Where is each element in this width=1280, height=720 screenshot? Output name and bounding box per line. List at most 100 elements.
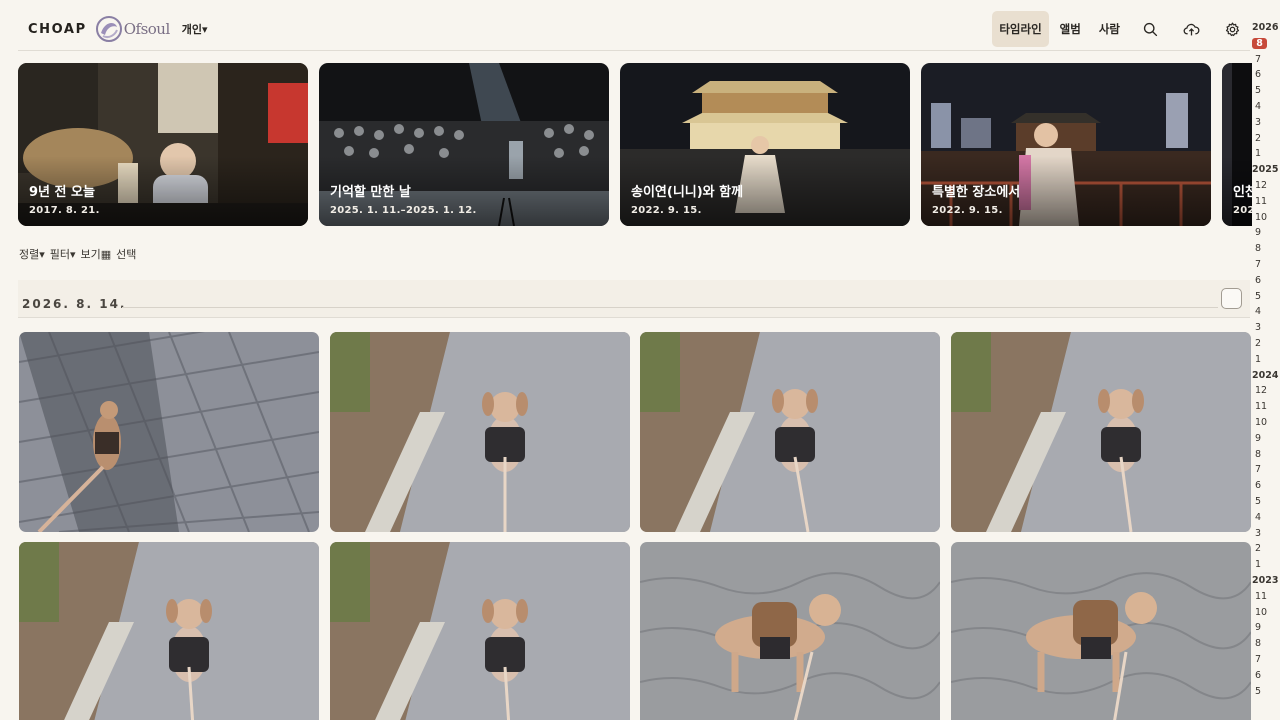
scrubber-month[interactable]: 10 bbox=[1255, 212, 1267, 223]
select-group-checkbox[interactable] bbox=[1221, 288, 1242, 309]
scrubber-month[interactable]: 5 bbox=[1255, 291, 1261, 302]
scrubber-month[interactable]: 4 bbox=[1255, 306, 1261, 317]
scrubber-month[interactable]: 1 bbox=[1255, 559, 1261, 570]
memory-card[interactable]: 송이연(니니)와 함께 2022. 9. 15. bbox=[620, 63, 910, 226]
photo-thumbnail[interactable] bbox=[19, 332, 319, 532]
scrubber-year[interactable]: 2024 bbox=[1252, 370, 1278, 381]
header-divider bbox=[18, 50, 1250, 51]
scrubber-month[interactable]: 5 bbox=[1255, 496, 1261, 507]
scrubber-month[interactable]: 9 bbox=[1255, 433, 1261, 444]
tab-timeline[interactable]: 타임라인 bbox=[992, 11, 1049, 47]
photo-image bbox=[951, 332, 1251, 532]
upload-cloud-icon bbox=[1183, 23, 1199, 35]
scrubber-month[interactable]: 7 bbox=[1255, 259, 1261, 270]
memory-card[interactable]: 인천 202 bbox=[1222, 63, 1252, 226]
scrubber-month[interactable]: 2 bbox=[1255, 338, 1261, 349]
scrubber-month[interactable]: 4 bbox=[1255, 101, 1261, 112]
memory-date: 2022. 9. 15. bbox=[932, 205, 1003, 216]
photo-image bbox=[19, 542, 319, 720]
scrubber-month[interactable]: 4 bbox=[1255, 512, 1261, 523]
photo-image bbox=[330, 332, 630, 532]
date-group-label: 2026. 8. 14. bbox=[22, 297, 127, 311]
scrubber-month[interactable]: 8 bbox=[1255, 638, 1261, 649]
memory-date: 2017. 8. 21. bbox=[29, 205, 100, 216]
scope-dropdown[interactable]: 개인▾ bbox=[182, 21, 208, 37]
settings-button[interactable] bbox=[1214, 11, 1250, 47]
photo-thumbnail[interactable] bbox=[951, 542, 1251, 720]
gear-icon bbox=[1225, 22, 1239, 36]
scrubber-month[interactable]: 6 bbox=[1255, 275, 1261, 286]
date-group-header: 2026. 8. 14. bbox=[18, 280, 1250, 318]
scrubber-month[interactable]: 2 bbox=[1255, 133, 1261, 144]
memory-title: 기억할 만한 날 bbox=[330, 185, 411, 200]
scrubber-month[interactable]: 7 bbox=[1255, 54, 1261, 65]
photo-image bbox=[640, 542, 940, 720]
scrubber-month[interactable]: 3 bbox=[1255, 322, 1261, 333]
scrubber-year[interactable]: 2023 bbox=[1252, 575, 1278, 586]
search-icon bbox=[1143, 22, 1157, 36]
top-bar: CHOAP Ofsoul 개인▾ 타임라인 앨범 사람 bbox=[18, 8, 1250, 50]
scrubber-month[interactable]: 9 bbox=[1255, 227, 1261, 238]
scrubber-month[interactable]: 7 bbox=[1255, 654, 1261, 665]
tab-albums[interactable]: 앨범 bbox=[1053, 11, 1088, 47]
memory-card[interactable]: 특별한 장소에서 2022. 9. 15. bbox=[921, 63, 1211, 226]
photo-thumbnail[interactable] bbox=[640, 332, 940, 532]
photo-image bbox=[951, 542, 1251, 720]
filter-dropdown[interactable]: 필터▾ bbox=[50, 246, 76, 262]
brand-wordmark[interactable]: CHOAP bbox=[28, 22, 87, 37]
photo-thumbnail[interactable] bbox=[19, 542, 319, 720]
search-button[interactable] bbox=[1132, 11, 1168, 47]
memory-title: 특별한 장소에서 bbox=[932, 185, 1021, 200]
upload-button[interactable] bbox=[1173, 11, 1209, 47]
timeline-scrubber[interactable]: 2026 8 7 6 5 4 3 2 1 2025 12 11 10 9 8 7 6 5 4 3 2 1 2024 12 11 1… bbox=[1252, 22, 1280, 720]
scrubber-month[interactable]: 12 bbox=[1255, 180, 1267, 191]
memory-title: 9년 전 오늘 bbox=[29, 185, 95, 200]
photo-thumbnail[interactable] bbox=[330, 542, 630, 720]
logo-mark-text: Ofsoul bbox=[123, 20, 171, 38]
timeline-toolbar: 정렬▾ 필터▾ 보기▦ 선택 bbox=[19, 246, 136, 262]
logo-swirl-icon bbox=[95, 16, 122, 42]
scrubber-month[interactable]: 11 bbox=[1255, 401, 1267, 412]
select-button[interactable]: 선택 bbox=[116, 246, 136, 262]
view-toggle[interactable]: 보기▦ bbox=[81, 246, 112, 262]
memory-title: 인천 bbox=[1233, 185, 1252, 200]
tab-people[interactable]: 사람 bbox=[1092, 11, 1127, 47]
scrubber-month[interactable]: 7 bbox=[1255, 464, 1261, 475]
photo-thumbnail[interactable] bbox=[951, 332, 1251, 532]
scrubber-month[interactable]: 5 bbox=[1255, 85, 1261, 96]
memory-date: 2022. 9. 15. bbox=[631, 205, 702, 216]
photo-image bbox=[19, 332, 319, 532]
scrubber-month[interactable]: 3 bbox=[1255, 117, 1261, 128]
memory-card[interactable]: 기억할 만한 날 2025. 1. 11.–2025. 1. 12. bbox=[319, 63, 609, 226]
scrubber-month[interactable]: 10 bbox=[1255, 417, 1267, 428]
scrubber-month[interactable]: 1 bbox=[1255, 148, 1261, 159]
scrubber-month[interactable]: 12 bbox=[1255, 385, 1267, 396]
scrubber-month[interactable]: 5 bbox=[1255, 686, 1261, 697]
sort-dropdown[interactable]: 정렬▾ bbox=[19, 246, 45, 262]
photo-thumbnail[interactable] bbox=[640, 542, 940, 720]
scrubber-month[interactable]: 8 bbox=[1252, 37, 1267, 49]
memory-title: 송이연(니니)와 함께 bbox=[631, 185, 744, 200]
photo-thumbnail[interactable] bbox=[330, 332, 630, 532]
scrubber-month[interactable]: 9 bbox=[1255, 622, 1261, 633]
memory-date: 2025. 1. 11.–2025. 1. 12. bbox=[330, 205, 477, 216]
memory-card[interactable]: 9년 전 오늘 2017. 8. 21. bbox=[18, 63, 308, 226]
memory-date: 202 bbox=[1233, 205, 1252, 216]
brand-logo[interactable]: Ofsoul bbox=[95, 15, 170, 43]
scrubber-month[interactable]: 6 bbox=[1255, 480, 1261, 491]
scrubber-month[interactable]: 1 bbox=[1255, 354, 1261, 365]
main-nav: 타임라인 앨범 사람 bbox=[988, 8, 1250, 50]
photo-image bbox=[640, 332, 940, 532]
scrubber-month[interactable]: 3 bbox=[1255, 528, 1261, 539]
scrubber-month[interactable]: 8 bbox=[1255, 243, 1261, 254]
scrubber-month[interactable]: 6 bbox=[1255, 670, 1261, 681]
scrubber-month[interactable]: 11 bbox=[1255, 196, 1267, 207]
scrubber-month[interactable]: 8 bbox=[1255, 449, 1261, 460]
scrubber-month[interactable]: 6 bbox=[1255, 69, 1261, 80]
scrubber-month[interactable]: 11 bbox=[1255, 591, 1267, 602]
scrubber-year[interactable]: 2026 bbox=[1252, 22, 1278, 33]
scrubber-month[interactable]: 10 bbox=[1255, 607, 1267, 618]
scrubber-year[interactable]: 2025 bbox=[1252, 164, 1278, 175]
scrubber-month[interactable]: 2 bbox=[1255, 543, 1261, 554]
date-group-divider bbox=[122, 307, 1218, 308]
